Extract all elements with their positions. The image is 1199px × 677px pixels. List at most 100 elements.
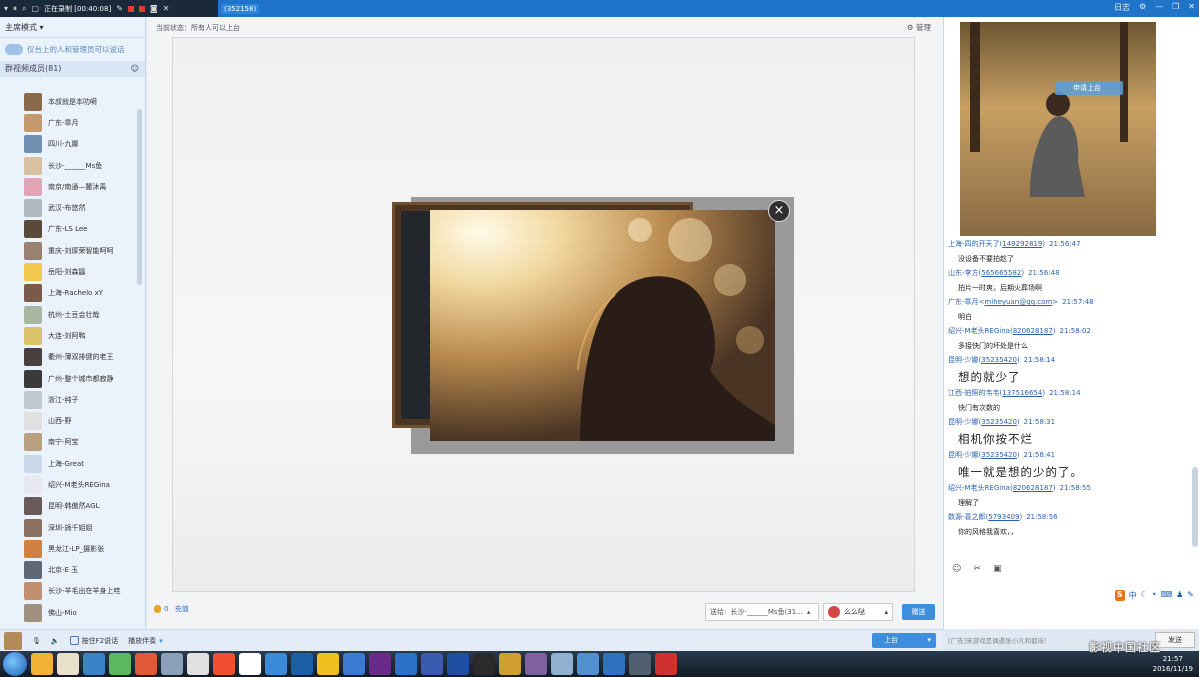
sender-qq[interactable]: 820628187 <box>1013 484 1053 492</box>
member-item[interactable]: 南宁-阿宝 <box>0 432 138 453</box>
member-item[interactable]: 武汉-布悠然 <box>0 197 138 218</box>
sender-qq[interactable]: 565665582 <box>981 269 1021 277</box>
member-item[interactable]: 四川-九娜 <box>0 134 138 155</box>
settings-icon[interactable]: ⚙ <box>1139 2 1146 13</box>
member-item[interactable]: 昆明-韩傲然AGL <box>0 496 138 517</box>
app-icon[interactable] <box>447 653 469 675</box>
skin-icon[interactable]: ♟ <box>1176 590 1183 601</box>
folder-icon[interactable] <box>57 653 79 675</box>
send-to-select[interactable]: 送给: 长沙-______Ms鱼(31... ▴ <box>705 603 819 621</box>
member-item[interactable]: 南京/南通—麓沐禹 <box>0 176 138 197</box>
member-item[interactable]: 大连-刘阿鸭 <box>0 325 138 346</box>
accompaniment-button[interactable]: 播放伴奏 ▾ <box>128 636 163 646</box>
sender-name[interactable]: 广东-章月< <box>948 298 984 306</box>
member-item[interactable]: 北京-E 玉 <box>0 560 138 581</box>
log-button[interactable]: 日志 <box>1114 2 1130 13</box>
member-item[interactable]: 黑龙江-LP_摄影张 <box>0 538 138 559</box>
ad-text[interactable]: [广告]来游戏是偶遇张小凡和碧瑶！ <box>948 635 1051 645</box>
recharge-link[interactable]: 充值 <box>175 605 189 613</box>
member-item[interactable]: 广东-章月 <box>0 112 138 133</box>
editor-icon[interactable] <box>473 653 495 675</box>
member-item[interactable]: 广州-整个城市都寂静 <box>0 368 138 389</box>
ie-icon[interactable] <box>343 653 365 675</box>
window-icon[interactable]: ▢ <box>32 4 40 13</box>
explorer-icon[interactable] <box>577 653 599 675</box>
netease-icon[interactable] <box>213 653 235 675</box>
sender-name[interactable]: 绍兴-M老头REGina( <box>948 484 1013 492</box>
app-icon[interactable] <box>83 653 105 675</box>
tool-icon[interactable] <box>499 653 521 675</box>
search-icon[interactable]: ⌕ <box>22 4 26 13</box>
files-icon[interactable] <box>31 653 53 675</box>
document-icon[interactable] <box>239 653 261 675</box>
scissors-icon[interactable]: ✂ <box>973 564 981 574</box>
member-item[interactable]: 长沙-______Ms鱼 <box>0 155 138 176</box>
maximize-icon[interactable]: ❐ <box>1172 2 1179 13</box>
mode-selector[interactable]: 主席模式 ▾ <box>0 17 145 38</box>
mic-button[interactable]: 🎙 <box>32 637 41 645</box>
member-item[interactable]: 上海-Great <box>0 453 138 474</box>
member-item[interactable]: 绍兴-M老头REGina <box>0 474 138 495</box>
k-icon[interactable] <box>395 653 417 675</box>
member-item[interactable]: 上海-Rachelo xY <box>0 283 138 304</box>
photoshop-icon[interactable] <box>291 653 313 675</box>
sender-qq[interactable]: 35235420 <box>981 451 1017 459</box>
close-window-icon[interactable]: ✕ <box>1188 2 1195 13</box>
app-icon[interactable] <box>551 653 573 675</box>
give-button[interactable]: 赠送 <box>902 604 935 620</box>
sender-name[interactable]: 山东-李方( <box>948 269 981 277</box>
premiere-icon[interactable] <box>369 653 391 675</box>
dot-icon[interactable]: • <box>1152 590 1157 601</box>
my-avatar[interactable] <box>4 631 22 650</box>
ime-mode[interactable]: 中 <box>1129 590 1137 601</box>
sender-qq[interactable]: 35235420 <box>981 356 1017 364</box>
f2-talk-toggle[interactable]: 按住F2说话 <box>69 636 118 646</box>
app-icon[interactable] <box>603 653 625 675</box>
minimize-icon[interactable]: — <box>1155 2 1163 13</box>
go-on-stage-button[interactable]: 上台 ▾ <box>872 633 936 648</box>
user-search-icon[interactable]: ☺ <box>131 61 139 77</box>
app-icon[interactable] <box>421 653 443 675</box>
image-icon[interactable]: ▣ <box>993 564 1002 574</box>
pen-icon[interactable]: ✎ <box>116 4 123 13</box>
keyboard-icon[interactable]: ⌨ <box>1161 590 1173 601</box>
sender-name[interactable]: 绍兴-M老头REGina( <box>948 327 1013 335</box>
menu-icon[interactable]: ▾ <box>4 4 8 13</box>
member-item[interactable]: 长沙-羊毛出在羊身上哇 <box>0 581 138 602</box>
member-item[interactable]: 深圳-旖千姐姐 <box>0 517 138 538</box>
sender-name[interactable]: 数源-喜之郎( <box>948 513 988 521</box>
member-item[interactable]: 重庆-刘厚荣智能呵呵 <box>0 240 138 261</box>
sender-name[interactable]: 昆明-少娜( <box>948 418 981 426</box>
member-item[interactable]: 佛山-Mio <box>0 602 138 623</box>
gift-select[interactable]: 么么哒 ▴ <box>823 603 893 621</box>
rar-icon[interactable] <box>525 653 547 675</box>
sender-qq[interactable]: 820628187 <box>1013 327 1053 335</box>
member-item[interactable]: 广东-LS Lee <box>0 219 138 240</box>
start-button[interactable] <box>3 652 27 676</box>
member-scrollbar[interactable] <box>137 109 142 285</box>
chat-scrollbar[interactable] <box>1192 467 1198 547</box>
record-icon[interactable] <box>655 653 677 675</box>
wrench-icon[interactable]: ✎ <box>1187 590 1194 601</box>
sender-name[interactable]: 昆明-少娜( <box>948 451 981 459</box>
member-item[interactable]: 衢州-薄双排健的老王 <box>0 347 138 368</box>
clock[interactable]: 21:57 2016/11/19 <box>1153 654 1193 674</box>
close-popup-button[interactable]: × <box>768 200 790 222</box>
browser-icon[interactable] <box>109 653 131 675</box>
moon-icon[interactable]: ☾ <box>1141 590 1148 601</box>
camera-icon[interactable]: ◙ <box>150 4 158 13</box>
sender-qq[interactable]: 149292819 <box>1002 240 1042 248</box>
sender-qq[interactable]: miheyuan@qq.com <box>984 298 1052 306</box>
emoji-icon[interactable]: ☺ <box>952 564 961 574</box>
qq-icon[interactable] <box>161 653 183 675</box>
sender-name[interactable]: 江西-拍照的韦韦( <box>948 389 1002 397</box>
chrome-icon[interactable] <box>135 653 157 675</box>
apply-stage-badge[interactable]: 申请上台 <box>1055 81 1123 95</box>
member-item[interactable]: 岳阳-刘森鼷 <box>0 261 138 282</box>
record-icon[interactable] <box>127 5 134 12</box>
app-icon[interactable] <box>629 653 651 675</box>
cloud-icon[interactable] <box>265 653 287 675</box>
speaker-button[interactable]: 🔈 <box>51 637 60 645</box>
member-item[interactable]: 本叔就是本叻嗬 <box>0 91 138 112</box>
sender-qq[interactable]: 5793409 <box>988 513 1019 521</box>
